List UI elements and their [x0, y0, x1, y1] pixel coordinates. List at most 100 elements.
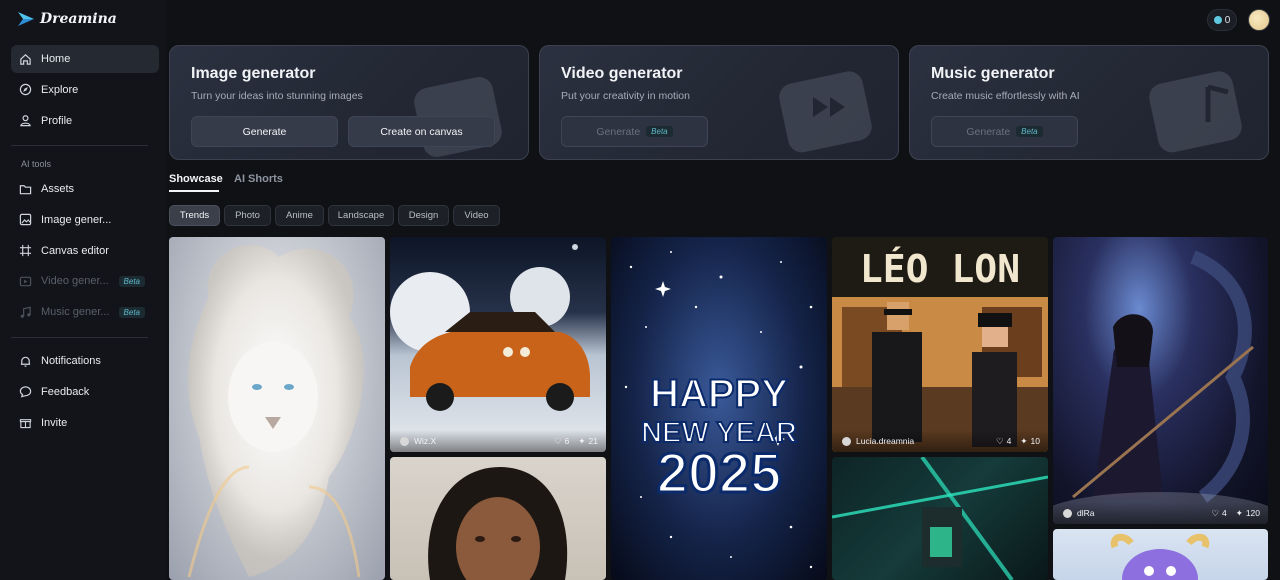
new-year-line1: HAPPY — [650, 372, 788, 416]
dreamina-logo-icon — [18, 12, 34, 26]
image-gen-icon — [18, 213, 32, 227]
sidebar-item-music-generator[interactable]: Music gener... Beta — [11, 298, 159, 326]
sidebar-item-video-generator[interactable]: Video gener... Beta — [11, 267, 159, 295]
sidebar-divider — [11, 145, 148, 146]
beta-badge: Beta — [1016, 126, 1043, 137]
button-label: Generate — [242, 125, 287, 138]
tab-showcase[interactable]: Showcase — [169, 173, 223, 185]
card-title: Image generator — [191, 65, 316, 82]
item-meta: dlRa ♡ 4 ✦ 120 — [1053, 502, 1268, 524]
gallery-item-cyber-street[interactable] — [832, 457, 1048, 580]
leo-image: LÉO LON — [832, 237, 1048, 452]
user-icon — [18, 114, 32, 128]
remixes-value: 120 — [1245, 508, 1260, 518]
sparkle-icon: ✦ — [578, 435, 586, 446]
remix-count[interactable]: ✦ 120 — [1236, 508, 1260, 519]
credits-badge[interactable]: 0 — [1207, 9, 1237, 31]
gallery-item-car[interactable]: Wiz.X ♡ 6 ✦ 21 — [390, 237, 606, 452]
remix-count[interactable]: ✦ 10 — [1020, 436, 1040, 447]
filter-anime[interactable]: Anime — [275, 205, 324, 226]
card-subtitle: Turn your ideas into stunning images — [191, 90, 363, 102]
item-stats: ♡ 4 ✦ 10 — [996, 436, 1040, 447]
filter-video[interactable]: Video — [453, 205, 500, 226]
video-generate-button[interactable]: Generate Beta — [561, 116, 708, 147]
filter-photo[interactable]: Photo — [224, 205, 271, 226]
sidebar-item-label: Assets — [41, 183, 75, 195]
sidebar-item-invite[interactable]: Invite — [11, 409, 159, 437]
gallery-item-new-year[interactable]: HAPPY NEW YEAR 2025 — [611, 237, 827, 580]
video-gen-icon — [18, 274, 32, 288]
gallery-item-leo[interactable]: LÉO LON Lucia.dreamnia ♡ 4 ✦ 10 — [832, 237, 1048, 452]
sidebar-item-label: Image gener... — [41, 213, 112, 226]
sidebar-item-label: Video gener... — [41, 275, 109, 288]
new-year-line3: 2025 — [657, 441, 782, 504]
remix-count[interactable]: ✦ 21 — [578, 436, 598, 447]
sparkle-icon: ✦ — [1020, 435, 1028, 446]
sidebar-item-home[interactable]: Home — [11, 45, 159, 73]
sidebar-item-profile[interactable]: Profile — [11, 107, 159, 135]
music-generator-card: Music generator Create music effortlessl… — [909, 45, 1269, 160]
author-name: Wiz.X — [414, 436, 437, 446]
folder-icon — [18, 182, 32, 196]
heart-icon: ♡ — [996, 435, 1004, 446]
music-generate-button[interactable]: Generate Beta — [931, 116, 1078, 147]
author-name: Lucia.dreamnia — [856, 436, 915, 446]
sidebar-item-label: Feedback — [41, 385, 90, 398]
sidebar-item-assets[interactable]: Assets — [11, 175, 159, 203]
portrait-image — [428, 467, 568, 580]
button-label: Generate — [596, 125, 641, 138]
sidebar-item-feedback[interactable]: Feedback — [11, 378, 159, 406]
gallery-item-dragon[interactable]: dlRa ♡ 4 ✦ 120 — [1053, 237, 1268, 524]
sidebar-item-label: Notifications — [41, 355, 101, 367]
like-count[interactable]: ♡ 4 — [996, 436, 1011, 447]
image-generate-button[interactable]: Generate — [191, 116, 338, 147]
button-label: Create on canvas — [380, 125, 463, 138]
credit-icon — [1213, 16, 1222, 24]
user-avatar[interactable] — [1248, 9, 1270, 31]
item-author[interactable]: Lucia.dreamnia — [842, 436, 914, 446]
gallery-item-monster[interactable] — [1053, 529, 1268, 580]
item-author[interactable]: dlRa — [1063, 508, 1094, 518]
filter-design[interactable]: Design — [398, 205, 449, 226]
invite-icon — [18, 416, 32, 430]
logo[interactable]: Dreamina — [16, 9, 117, 29]
image-generator-card: Image generator Turn your ideas into stu… — [169, 45, 529, 160]
music-card-decor-icon — [1149, 71, 1242, 153]
card-subtitle: Put your creativity in motion — [561, 90, 690, 102]
new-year-image: HAPPY NEW YEAR 2025 — [624, 251, 813, 569]
app-name: Dreamina — [40, 11, 117, 27]
chat-icon — [18, 385, 32, 399]
card-title: Video generator — [561, 65, 683, 82]
music-gen-icon — [18, 305, 32, 319]
item-author[interactable]: Wiz.X — [400, 436, 436, 446]
sidebar-item-label: Canvas editor — [41, 244, 109, 257]
likes-value: 6 — [564, 436, 570, 446]
tab-ai-shorts[interactable]: AI Shorts — [234, 173, 283, 185]
filter-trends[interactable]: Trends — [169, 205, 220, 226]
author-name: dlRa — [1077, 508, 1095, 518]
sidebar-item-image-generator[interactable]: Image gener... — [11, 206, 159, 234]
compass-icon — [18, 83, 32, 97]
dragon-image — [1053, 250, 1268, 524]
gallery-item-portrait[interactable] — [390, 457, 606, 580]
car-image — [390, 244, 590, 411]
tools-nav: Assets Image gener... Canvas editor Vide… — [11, 175, 159, 329]
heart-icon: ♡ — [1211, 507, 1219, 518]
create-on-canvas-button[interactable]: Create on canvas — [348, 116, 495, 147]
likes-value: 4 — [1221, 508, 1227, 518]
sidebar-item-explore[interactable]: Explore — [11, 76, 159, 104]
main-nav: Home Explore Profile — [11, 45, 159, 137]
author-avatar — [1063, 508, 1072, 518]
sidebar-item-label: Home — [41, 53, 71, 65]
sidebar-item-notifications[interactable]: Notifications — [11, 347, 159, 375]
sidebar-item-canvas-editor[interactable]: Canvas editor — [11, 237, 159, 265]
item-meta: Lucia.dreamnia ♡ 4 ✦ 10 — [832, 430, 1048, 452]
sidebar-item-label: Explore — [41, 83, 79, 96]
remixes-value: 21 — [588, 436, 598, 446]
like-count[interactable]: ♡ 6 — [554, 436, 569, 447]
gallery-item-lion[interactable] — [169, 237, 385, 580]
filter-landscape[interactable]: Landscape — [328, 205, 394, 226]
lion-image — [187, 244, 364, 578]
sidebar-item-label: Invite — [41, 416, 68, 429]
like-count[interactable]: ♡ 4 — [1211, 508, 1226, 519]
